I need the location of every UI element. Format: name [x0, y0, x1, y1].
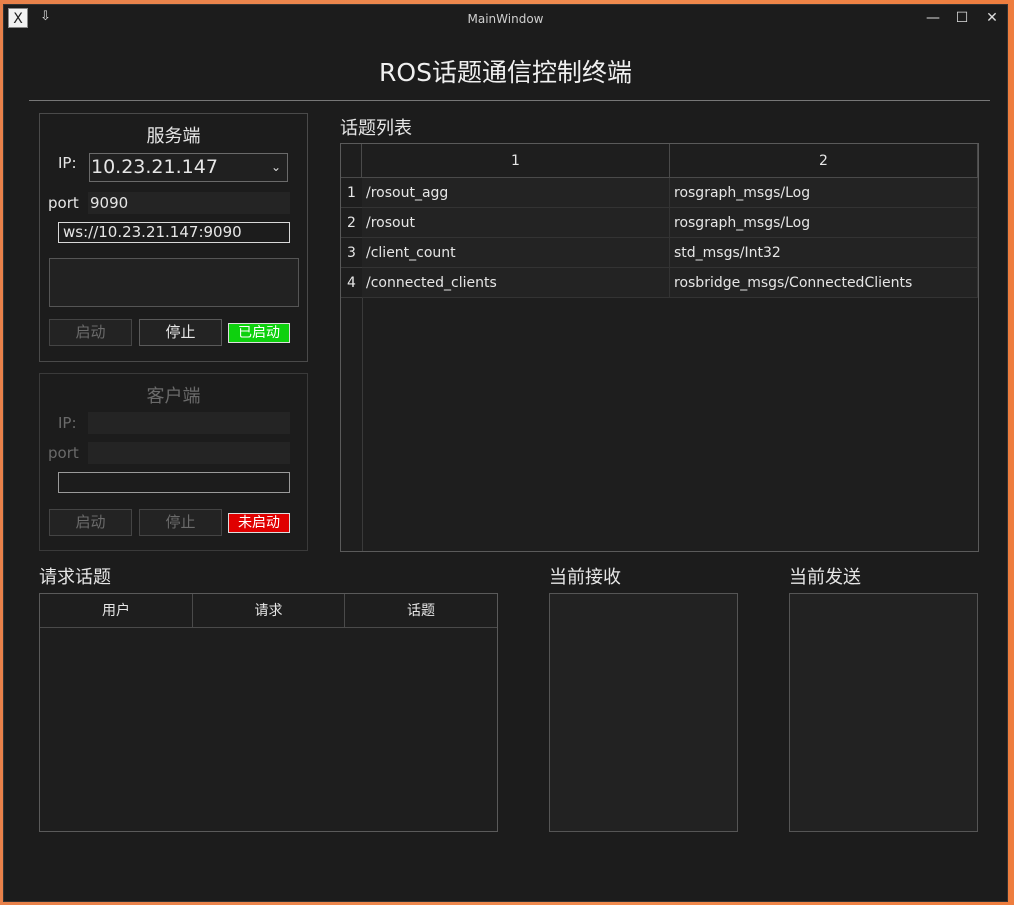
column-header[interactable]: 请求: [193, 594, 345, 628]
server-port-label: port: [48, 194, 79, 212]
column-header[interactable]: 2: [670, 144, 978, 178]
topic-name-cell[interactable]: /rosout_agg: [362, 178, 670, 208]
topic-list-label: 话题列表: [340, 118, 412, 139]
topic-table: 1 2 1 /rosout_agg rosgraph_msgs/Log 2 /r…: [340, 143, 979, 552]
row-number[interactable]: 1: [341, 178, 362, 208]
row-number[interactable]: 4: [341, 268, 362, 298]
server-stop-button[interactable]: 停止: [139, 319, 222, 346]
client-ip-input[interactable]: [88, 412, 290, 434]
row-number[interactable]: 3: [341, 238, 362, 268]
server-url-field[interactable]: ws://10.23.21.147:9090: [58, 222, 290, 243]
request-topics-label: 请求话题: [39, 567, 111, 588]
row-number[interactable]: 2: [341, 208, 362, 238]
request-topics-table: 用户 请求 话题: [39, 593, 498, 832]
server-port-input[interactable]: 9090: [88, 192, 290, 214]
column-header[interactable]: 1: [362, 144, 670, 178]
server-start-button[interactable]: 启动: [49, 319, 132, 346]
client-url-field[interactable]: [58, 472, 290, 493]
topic-name-cell[interactable]: /connected_clients: [362, 268, 670, 298]
client-stop-button[interactable]: 停止: [139, 509, 222, 536]
topic-type-cell[interactable]: std_msgs/Int32: [670, 238, 978, 268]
client-port-label: port: [48, 444, 79, 462]
current-receive-panel[interactable]: [549, 593, 738, 832]
close-icon[interactable]: ✕: [981, 8, 1003, 28]
server-title: 服务端: [146, 126, 201, 147]
topic-type-cell[interactable]: rosbridge_msgs/ConnectedClients: [670, 268, 978, 298]
server-status-badge: 已启动: [228, 323, 290, 343]
chevron-down-icon[interactable]: ⌄: [271, 154, 281, 180]
title-bar: X ⇩ MainWindow — ☐ ✕: [4, 5, 1007, 35]
server-ip-select[interactable]: 10.23.21.147 ⌄: [89, 153, 288, 182]
current-send-panel[interactable]: [789, 593, 978, 832]
server-group: 服务端 IP: 10.23.21.147 ⌄ port 9090 ws://10…: [39, 113, 308, 362]
app-title: ROS话题通信控制终端: [379, 58, 632, 87]
current-send-label: 当前发送: [789, 567, 861, 588]
server-ip-value: 10.23.21.147: [91, 156, 218, 178]
topic-name-cell[interactable]: /rosout: [362, 208, 670, 238]
client-group: 客户端 IP: port 启动 停止 未启动: [39, 373, 308, 551]
topic-name-cell[interactable]: /client_count: [362, 238, 670, 268]
table-corner[interactable]: [341, 144, 362, 178]
client-port-input[interactable]: [88, 442, 290, 464]
topic-type-cell[interactable]: rosgraph_msgs/Log: [670, 178, 978, 208]
client-start-button[interactable]: 启动: [49, 509, 132, 536]
title-divider: [29, 100, 990, 101]
current-receive-label: 当前接收: [549, 567, 621, 588]
client-title: 客户端: [146, 386, 201, 407]
client-ip-label: IP:: [58, 414, 77, 432]
server-ip-label: IP:: [58, 154, 77, 172]
maximize-icon[interactable]: ☐: [951, 8, 973, 28]
column-header[interactable]: 话题: [345, 594, 497, 628]
main-window: X ⇩ MainWindow — ☐ ✕ ROS话题通信控制终端 服务端 IP:…: [3, 4, 1008, 902]
server-log-area[interactable]: [49, 258, 299, 307]
minimize-icon[interactable]: —: [922, 8, 944, 28]
window-title: MainWindow: [467, 12, 544, 26]
column-header[interactable]: 用户: [40, 594, 193, 628]
client-status-badge: 未启动: [228, 513, 290, 533]
topic-type-cell[interactable]: rosgraph_msgs/Log: [670, 208, 978, 238]
